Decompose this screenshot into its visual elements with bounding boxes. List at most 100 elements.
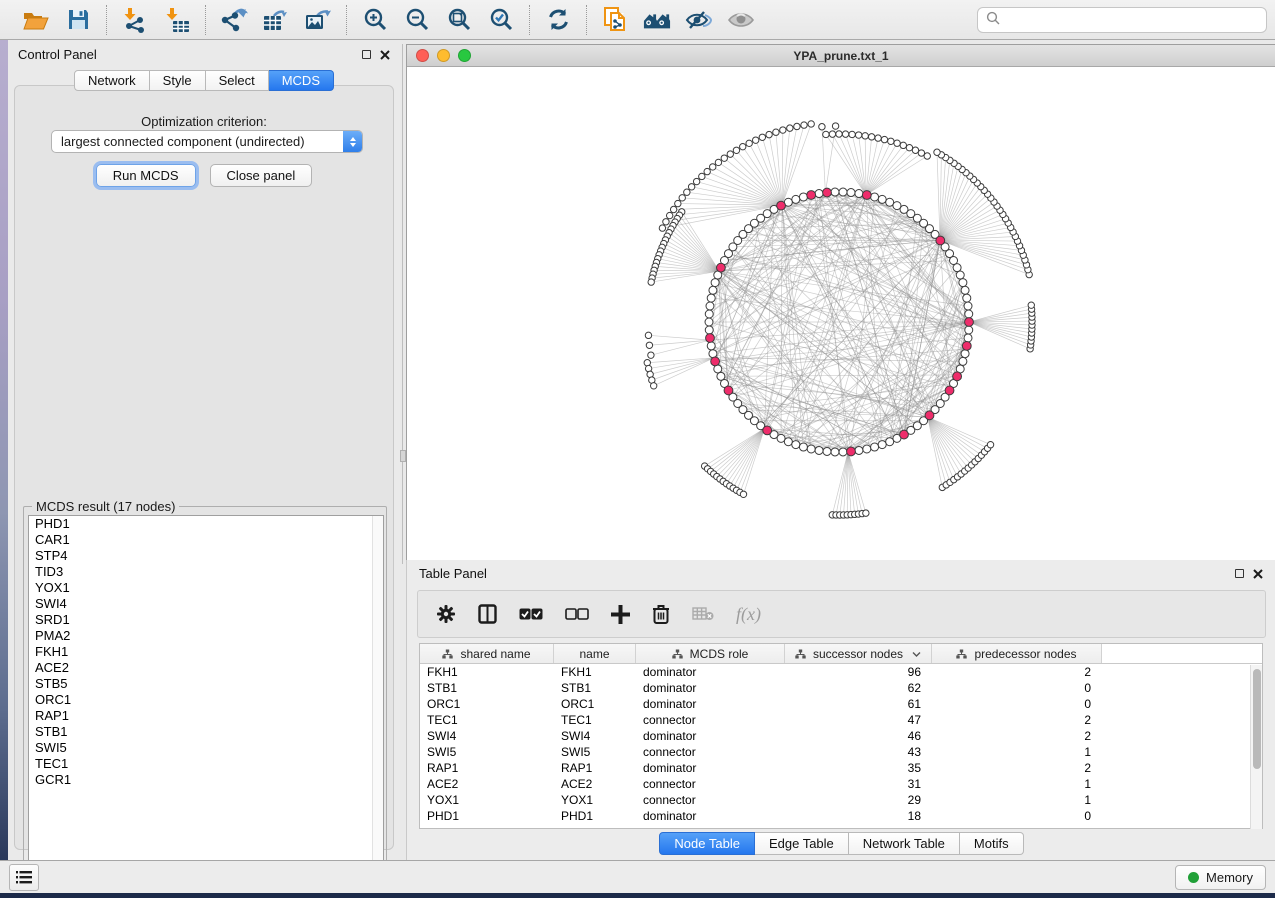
network-window-titlebar[interactable]: YPA_prune.txt_1 xyxy=(407,45,1275,67)
network-node[interactable] xyxy=(961,350,969,358)
tab-select[interactable]: Select xyxy=(206,70,269,91)
network-node[interactable] xyxy=(733,147,739,153)
task-history-button[interactable] xyxy=(9,864,39,891)
network-node[interactable] xyxy=(688,184,694,190)
network-node[interactable] xyxy=(807,445,815,453)
network-node[interactable] xyxy=(965,310,973,318)
network-node[interactable] xyxy=(659,225,665,231)
network-node[interactable] xyxy=(644,360,650,366)
network-node[interactable] xyxy=(710,164,716,170)
network-node[interactable] xyxy=(648,352,654,358)
close-panel-icon[interactable] xyxy=(380,50,390,60)
tab-motifs[interactable]: Motifs xyxy=(960,832,1024,855)
network-node[interactable] xyxy=(961,286,969,294)
close-panel-button[interactable]: Close panel xyxy=(210,164,313,187)
network-node[interactable] xyxy=(878,195,886,203)
network-node[interactable] xyxy=(906,144,912,150)
network-node[interactable] xyxy=(709,350,717,358)
network-node[interactable] xyxy=(666,212,672,218)
mcds-network-node[interactable] xyxy=(807,191,816,200)
network-node[interactable] xyxy=(715,159,721,165)
network-node[interactable] xyxy=(863,510,869,516)
mcds-network-node[interactable] xyxy=(945,386,954,395)
open-file-icon[interactable] xyxy=(22,6,50,34)
network-node[interactable] xyxy=(777,434,785,442)
network-node[interactable] xyxy=(1028,302,1034,308)
mcds-result-item[interactable]: STP4 xyxy=(29,548,383,564)
show-all-icon[interactable] xyxy=(727,6,755,34)
network-node[interactable] xyxy=(871,443,879,451)
network-node[interactable] xyxy=(964,302,972,310)
network-node[interactable] xyxy=(705,310,713,318)
network-node[interactable] xyxy=(792,441,800,449)
network-node[interactable] xyxy=(787,125,793,131)
network-node[interactable] xyxy=(707,294,715,302)
mcds-network-node[interactable] xyxy=(716,263,725,272)
list-scrollbar[interactable] xyxy=(372,516,383,872)
mcds-network-node[interactable] xyxy=(711,357,720,366)
network-node[interactable] xyxy=(900,142,906,148)
refresh-layout-icon[interactable] xyxy=(544,6,572,34)
network-node[interactable] xyxy=(934,149,940,155)
table-scrollbar[interactable] xyxy=(1250,665,1262,829)
column-header-predecessor-nodes[interactable]: predecessor nodes xyxy=(932,644,1102,663)
network-node[interactable] xyxy=(965,326,973,334)
network-node[interactable] xyxy=(849,131,855,137)
network-node[interactable] xyxy=(819,124,825,130)
mcds-network-node[interactable] xyxy=(724,386,733,395)
network-node[interactable] xyxy=(956,271,964,279)
network-node[interactable] xyxy=(766,131,772,137)
network-node[interactable] xyxy=(831,188,839,196)
network-node[interactable] xyxy=(862,133,868,139)
zoom-out-icon[interactable] xyxy=(403,6,431,34)
network-node[interactable] xyxy=(706,302,714,310)
run-mcds-button[interactable]: Run MCDS xyxy=(96,164,196,187)
mcds-result-item[interactable]: YOX1 xyxy=(29,580,383,596)
network-node[interactable] xyxy=(839,448,847,456)
network-node[interactable] xyxy=(740,143,746,149)
table-row[interactable]: FKH1FKH1dominator962 xyxy=(420,664,1262,680)
network-node[interactable] xyxy=(746,140,752,146)
search-box[interactable] xyxy=(977,7,1267,33)
network-node[interactable] xyxy=(875,135,881,141)
network-node[interactable] xyxy=(842,131,848,137)
mcds-result-item[interactable]: STB1 xyxy=(29,724,383,740)
network-node[interactable] xyxy=(752,137,758,143)
network-node[interactable] xyxy=(645,332,651,338)
mcds-result-item[interactable]: ACE2 xyxy=(29,660,383,676)
mcds-result-list[interactable]: PHD1CAR1STP4TID3YOX1SWI4SRD1PMA2FKH1ACE2… xyxy=(28,515,384,873)
network-node[interactable] xyxy=(881,136,887,142)
mcds-network-node[interactable] xyxy=(925,411,934,420)
column-header-MCDS-role[interactable]: MCDS role xyxy=(636,644,785,663)
mcds-network-node[interactable] xyxy=(706,334,715,343)
network-node[interactable] xyxy=(829,131,835,137)
network-node[interactable] xyxy=(799,443,807,451)
column-header-name[interactable]: name xyxy=(554,644,636,663)
mcds-result-item[interactable]: PMA2 xyxy=(29,628,383,644)
window-minimize-button[interactable] xyxy=(437,49,450,62)
window-zoom-button[interactable] xyxy=(458,49,471,62)
mcds-network-node[interactable] xyxy=(777,201,786,210)
network-node[interactable] xyxy=(709,286,717,294)
mcds-network-node[interactable] xyxy=(862,191,871,200)
network-node[interactable] xyxy=(773,129,779,135)
table-row[interactable]: RAP1RAP1dominator352 xyxy=(420,760,1262,776)
close-table-panel-icon[interactable] xyxy=(1253,569,1263,579)
mcds-network-node[interactable] xyxy=(847,447,856,456)
network-node[interactable] xyxy=(863,445,871,453)
network-node[interactable] xyxy=(886,438,894,446)
mcds-result-item[interactable]: ORC1 xyxy=(29,692,383,708)
network-node[interactable] xyxy=(759,134,765,140)
network-node[interactable] xyxy=(705,318,713,326)
column-header-successor-nodes[interactable]: successor nodes xyxy=(785,644,932,663)
network-node[interactable] xyxy=(815,190,823,198)
network-node[interactable] xyxy=(868,134,874,140)
criterion-dropdown[interactable]: largest connected component (undirected) xyxy=(51,130,363,153)
deselect-all-rows-icon[interactable] xyxy=(565,608,589,620)
mcds-result-item[interactable]: SWI5 xyxy=(29,740,383,756)
clone-network-icon[interactable] xyxy=(601,6,629,34)
network-node[interactable] xyxy=(784,438,792,446)
network-node[interactable] xyxy=(886,198,894,206)
network-node[interactable] xyxy=(705,326,713,334)
network-node[interactable] xyxy=(663,219,669,225)
